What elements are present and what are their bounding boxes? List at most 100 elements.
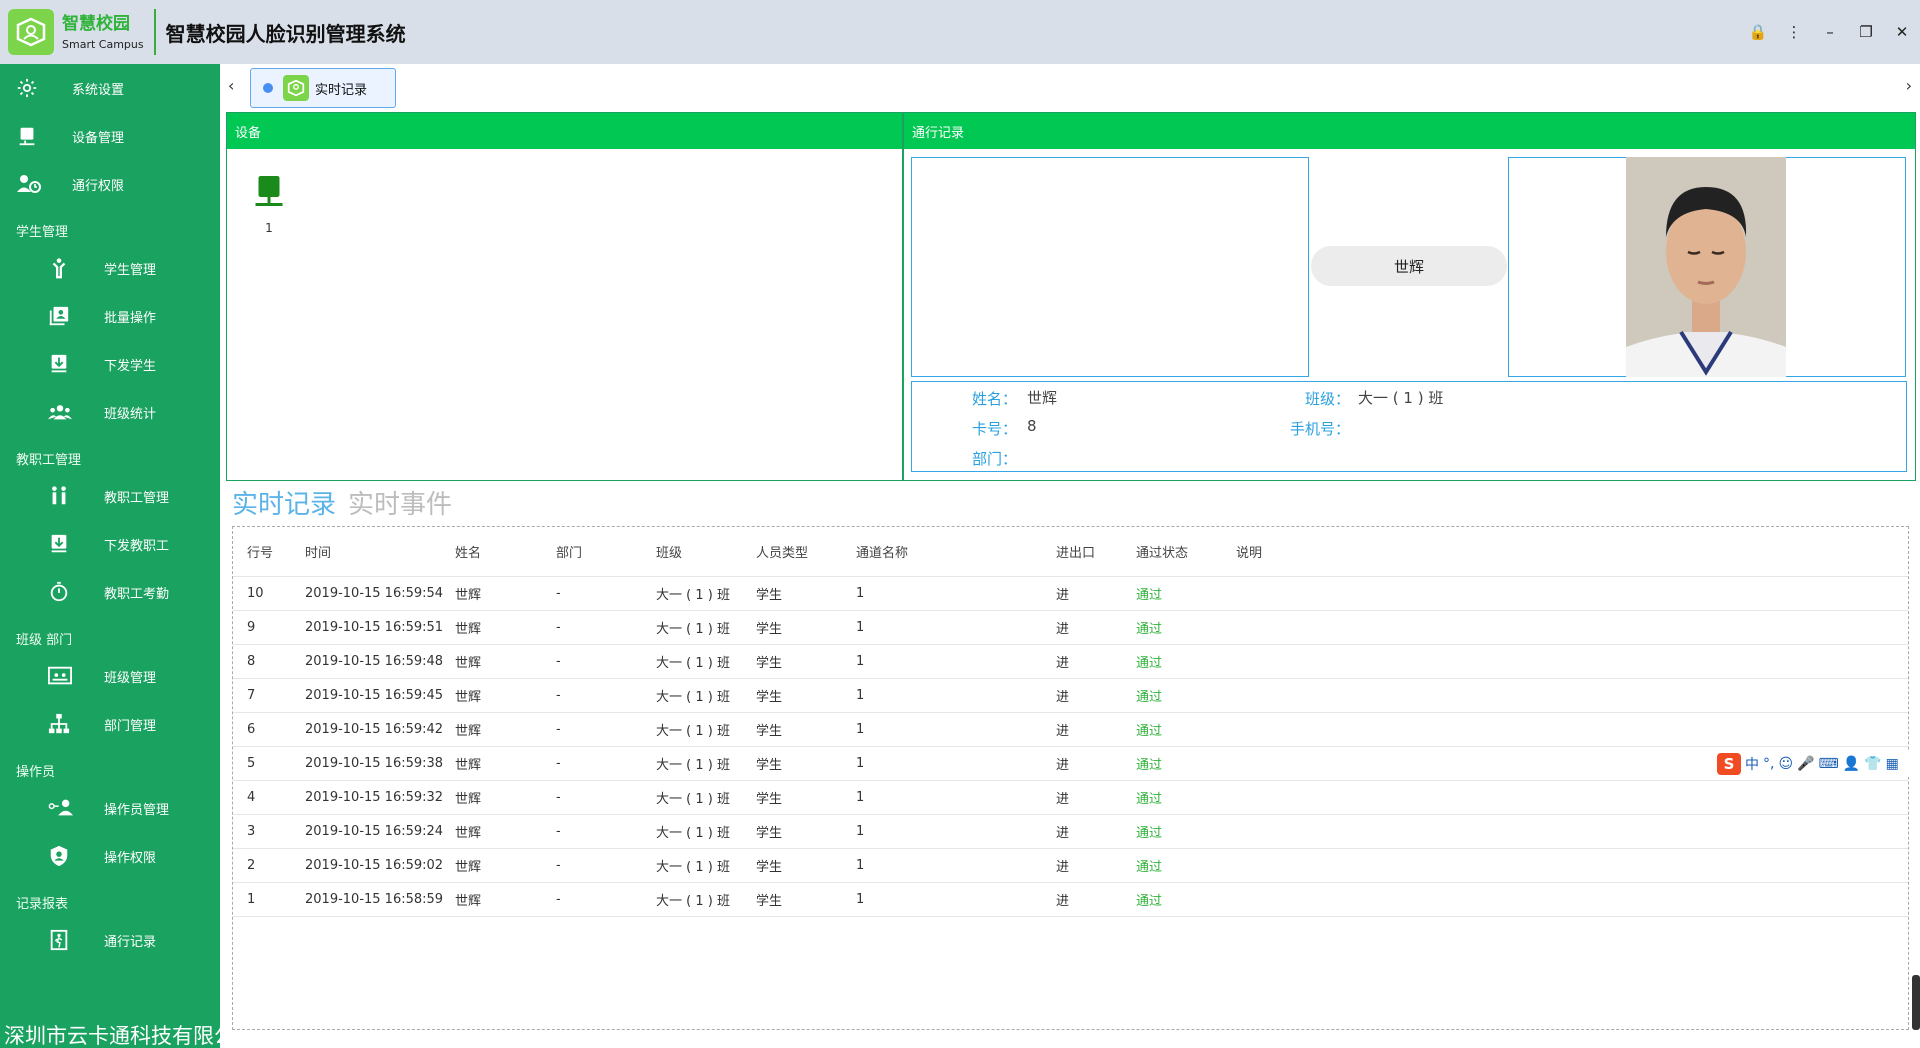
row-person-type: 学生 xyxy=(756,792,783,807)
device-tile[interactable]: 1 xyxy=(249,173,289,235)
row-direction: 进 xyxy=(1056,894,1070,909)
row-person-type: 学生 xyxy=(756,758,783,773)
sidebar-item-student-management[interactable]: 学生管理 xyxy=(0,244,220,292)
sidebar-item-staff-management[interactable]: 教职工管理 xyxy=(0,472,220,520)
column-header[interactable]: 部门 xyxy=(556,527,582,576)
table-row[interactable]: 3 2019-10-15 16:59:24 世辉 - 大一 ( 1 ) 班 学生 1 进 通过 xyxy=(233,815,1908,849)
card-value: 8 xyxy=(1027,417,1037,435)
class-value: 大一 ( 1 ) 班 xyxy=(1358,389,1444,407)
column-header[interactable]: 时间 xyxy=(305,527,331,576)
sidebar-item-access-permission[interactable]: 通行权限 xyxy=(0,160,220,208)
column-header[interactable]: 班级 xyxy=(656,527,682,576)
column-header[interactable]: 通道名称 xyxy=(856,527,908,576)
sidebar-item-access-records[interactable]: 通行记录 xyxy=(0,916,220,964)
sidebar-item-class-management[interactable]: 班级管理 xyxy=(0,652,220,700)
sidebar-item-label: 通行记录 xyxy=(104,934,157,950)
ime-skin-icon[interactable]: 👕 xyxy=(1864,756,1881,772)
row-direction: 进 xyxy=(1056,758,1070,773)
title-bar: 智慧校园 Smart Campus 智慧校园人脸识别管理系统 🔒 ⋮ – ❐ ✕ xyxy=(0,0,1920,64)
table-row[interactable]: 4 2019-10-15 16:59:32 世辉 - 大一 ( 1 ) 班 学生 1 进 通过 xyxy=(233,781,1908,815)
row-class: 大一 ( 1 ) 班 xyxy=(656,826,730,841)
row-number: 7 xyxy=(247,688,256,703)
sidebar-item-label: 通行权限 xyxy=(72,178,125,194)
sidebar-group-title: 学生管理 xyxy=(16,225,69,240)
tab-scroll-left-icon[interactable]: ‹ xyxy=(228,76,234,95)
row-time: 2019-10-15 16:59:24 xyxy=(305,824,444,839)
ime-toolbar[interactable]: S 中 °, ☺ 🎤 ⌨ 👤 👕 ▦ xyxy=(1713,751,1920,777)
row-department: - xyxy=(556,790,561,805)
card-label: 卡号： xyxy=(972,420,1018,438)
column-header[interactable]: 说明 xyxy=(1236,527,1262,576)
tab-realtime-records[interactable]: 实时记录 xyxy=(250,68,396,108)
ime-keyboard-icon[interactable]: ⌨ xyxy=(1819,756,1839,772)
more-menu-icon[interactable]: ⋮ xyxy=(1776,23,1812,41)
ime-logo-icon[interactable]: S xyxy=(1717,753,1741,775)
table-row[interactable]: 2 2019-10-15 16:59:02 世辉 - 大一 ( 1 ) 班 学生 1 进 通过 xyxy=(233,849,1908,883)
sidebar-item-department-management[interactable]: 部门管理 xyxy=(0,700,220,748)
sidebar-item-staff-attendance[interactable]: 教职工考勤 xyxy=(0,568,220,616)
row-class: 大一 ( 1 ) 班 xyxy=(656,690,730,705)
sidebar-item-label: 下发学生 xyxy=(104,358,157,374)
row-channel: 1 xyxy=(856,756,865,771)
capture-image-box xyxy=(911,157,1309,377)
column-header[interactable]: 进出口 xyxy=(1056,527,1095,576)
ime-toolbox-icon[interactable]: ▦ xyxy=(1886,756,1899,772)
column-header[interactable]: 通过状态 xyxy=(1136,527,1188,576)
row-name: 世辉 xyxy=(455,758,482,773)
tab-scroll-right-icon[interactable]: › xyxy=(1906,76,1912,95)
ime-emoji-icon[interactable]: ☺ xyxy=(1778,756,1793,772)
column-header[interactable]: 姓名 xyxy=(455,527,481,576)
sidebar-item-label: 班级管理 xyxy=(104,670,157,686)
sidebar-item-label: 操作权限 xyxy=(104,850,157,866)
device-panel-header: 设备 xyxy=(227,113,902,149)
row-number: 3 xyxy=(247,824,256,839)
sidebar-group-title: 班级 部门 xyxy=(16,633,73,648)
sidebar-item-operator-management[interactable]: 操作员管理 xyxy=(0,784,220,832)
row-person-type: 学生 xyxy=(756,690,783,705)
row-department: - xyxy=(556,688,561,703)
row-name: 世辉 xyxy=(455,894,482,909)
sidebar-item-issue-staff[interactable]: 下发教职工 xyxy=(0,520,220,568)
tab-realtime-event[interactable]: 实时事件 xyxy=(348,484,452,521)
column-header[interactable]: 人员类型 xyxy=(756,527,808,576)
sidebar-item-operation-permission[interactable]: 操作权限 xyxy=(0,832,220,880)
table-row[interactable]: 6 2019-10-15 16:59:42 世辉 - 大一 ( 1 ) 班 学生 1 进 通过 xyxy=(233,713,1908,747)
stopwatch-icon xyxy=(48,581,72,603)
ime-chinese-mode-icon[interactable]: 中 xyxy=(1745,754,1759,774)
table-row[interactable]: 9 2019-10-15 16:59:51 世辉 - 大一 ( 1 ) 班 学生 1 进 通过 xyxy=(233,611,1908,645)
sidebar-item-label: 操作员管理 xyxy=(104,802,170,818)
row-pass-status: 通过 xyxy=(1136,724,1163,739)
gear-icon xyxy=(16,77,40,99)
row-channel: 1 xyxy=(856,654,865,669)
close-button[interactable]: ✕ xyxy=(1884,23,1920,41)
sidebar-item-class-statistics[interactable]: 班级统计 xyxy=(0,388,220,436)
sidebar-item-label: 系统设置 xyxy=(72,82,125,98)
sidebar-item-batch-operation[interactable]: 批量操作 xyxy=(0,292,220,340)
sidebar-item-system-settings[interactable]: 系统设置 xyxy=(0,64,220,112)
table-row[interactable]: 10 2019-10-15 16:59:54 世辉 - 大一 ( 1 ) 班 学生 1 进 通过 xyxy=(233,577,1908,611)
row-time: 2019-10-15 16:58:59 xyxy=(305,892,444,907)
row-channel: 1 xyxy=(856,824,865,839)
sidebar-item-issue-students[interactable]: 下发学生 xyxy=(0,340,220,388)
ime-user-icon[interactable]: 👤 xyxy=(1843,756,1860,772)
table-row[interactable]: 1 2019-10-15 16:58:59 世辉 - 大一 ( 1 ) 班 学生 1 进 通过 xyxy=(233,883,1908,917)
row-number: 6 xyxy=(247,722,256,737)
org-chart-icon xyxy=(48,713,72,735)
face-photo xyxy=(1626,157,1786,377)
scrollbar-handle[interactable] xyxy=(1912,975,1920,1030)
column-header[interactable]: 行号 xyxy=(247,527,273,576)
minimize-button[interactable]: – xyxy=(1812,23,1848,41)
ime-punctuation-icon[interactable]: °, xyxy=(1763,756,1774,772)
shield-icon xyxy=(48,845,72,867)
row-name: 世辉 xyxy=(455,826,482,841)
table-row[interactable]: 5 2019-10-15 16:59:38 世辉 - 大一 ( 1 ) 班 学生 1 进 通过 xyxy=(233,747,1908,781)
table-row[interactable]: 7 2019-10-15 16:59:45 世辉 - 大一 ( 1 ) 班 学生 1 进 通过 xyxy=(233,679,1908,713)
table-row[interactable]: 8 2019-10-15 16:59:48 世辉 - 大一 ( 1 ) 班 学生 1 进 通过 xyxy=(233,645,1908,679)
tab-realtime-record[interactable]: 实时记录 xyxy=(232,484,336,521)
sidebar-item-device-management[interactable]: 设备管理 xyxy=(0,112,220,160)
row-department: - xyxy=(556,756,561,771)
lock-icon[interactable]: 🔒 xyxy=(1740,23,1776,41)
row-direction: 进 xyxy=(1056,826,1070,841)
ime-microphone-icon[interactable]: 🎤 xyxy=(1797,756,1814,772)
restore-button[interactable]: ❐ xyxy=(1848,23,1884,41)
